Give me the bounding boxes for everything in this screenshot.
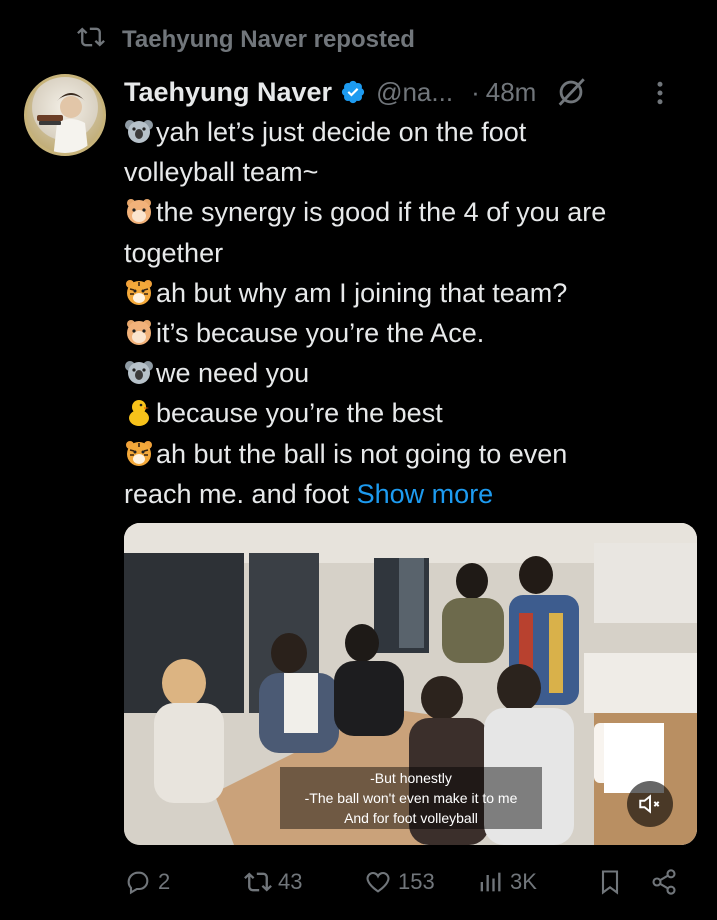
show-more-link[interactable]: Show more (357, 479, 494, 509)
bookmark-button[interactable] (596, 868, 624, 896)
mute-button[interactable] (627, 781, 673, 827)
repost-label: Taehyung Naver reposted (122, 26, 415, 53)
like-button[interactable]: 153 (364, 868, 435, 896)
video-subtitles: -But honestly -The ball won't even make … (280, 767, 542, 829)
grok-icon[interactable] (554, 75, 588, 109)
hamster-emoji-icon (127, 320, 151, 346)
text-line: together (124, 237, 224, 268)
reply-button[interactable]: 2 (124, 868, 170, 896)
text-line: because you’re the best (124, 393, 684, 433)
subtitle-line: And for foot volleyball (344, 810, 478, 826)
subtitle-line: -The ball won't even make it to me (304, 790, 518, 806)
chick-emoji-icon (129, 400, 149, 427)
repost-count: 43 (278, 869, 303, 894)
bookmark-icon (601, 870, 619, 895)
share-button[interactable] (650, 868, 678, 896)
speaker-muted-icon (639, 794, 660, 814)
repost-icon (244, 872, 272, 892)
repost-indicator[interactable]: Taehyung Naver reposted (74, 24, 415, 56)
text-line: the synergy is good if the 4 of you are (124, 192, 684, 232)
heart-icon (366, 871, 390, 893)
text-line: reach me. and foot Show more (124, 478, 494, 509)
repost-button[interactable]: 43 (244, 868, 302, 896)
author-handle[interactable]: @na... (376, 77, 453, 108)
text-line: it’s because you’re the Ace. (124, 313, 684, 353)
text-line: ah but why am I joining that team? (124, 273, 684, 313)
tiger-emoji-icon (126, 279, 152, 305)
hamster-emoji-icon (127, 199, 151, 225)
views-chart-icon (480, 872, 501, 892)
video-media[interactable]: -But honestly -The ball won't even make … (124, 523, 697, 845)
subtitle-line: -But honestly (370, 770, 452, 786)
post-header: Taehyung Naver @na... · 48m (124, 72, 697, 112)
koala-emoji-icon (125, 120, 153, 143)
koala-emoji-icon (125, 361, 153, 385)
tiger-emoji-icon (126, 440, 152, 466)
share-icon (652, 869, 676, 895)
verified-badge-icon (341, 80, 365, 104)
text-line: ah but the ball is not going to even (124, 434, 684, 474)
reply-icon (127, 871, 149, 895)
post-text: yah let’s just decide on the foot volley… (124, 112, 684, 514)
view-count: 3K (510, 869, 537, 894)
like-count: 153 (398, 869, 435, 894)
more-options-icon[interactable] (645, 78, 675, 108)
reply-count: 2 (158, 869, 171, 894)
avatar[interactable] (24, 74, 106, 156)
text-line: yah let’s just decide on the foot (124, 112, 684, 152)
separator-dot: · (471, 76, 480, 107)
text-line: we need you (124, 353, 684, 393)
post-time[interactable]: 48m (486, 77, 537, 108)
author-name[interactable]: Taehyung Naver (124, 77, 332, 108)
views-button[interactable]: 3K (476, 868, 537, 896)
text-line: volleyball team~ (124, 157, 319, 188)
action-bar: 2 43 153 3K (124, 862, 690, 902)
repost-icon (74, 23, 108, 58)
